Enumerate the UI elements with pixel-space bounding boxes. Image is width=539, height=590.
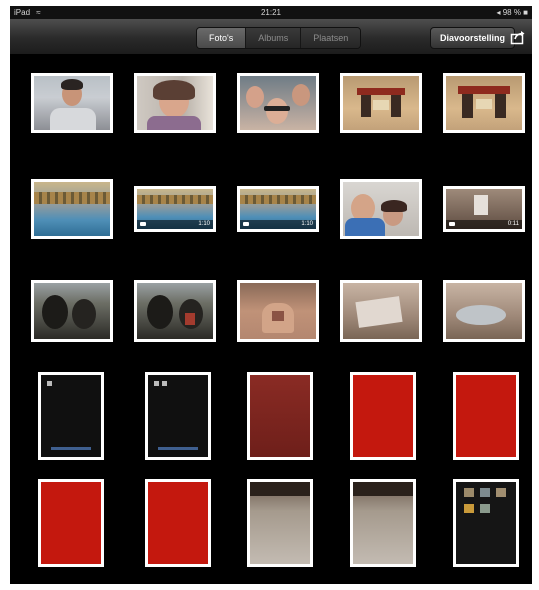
photos-app: iPad ≈ 21:21 ◂ 98 % ■ Foto's Albums Plaa… xyxy=(10,6,532,584)
video-info-bar: 1:10 xyxy=(240,220,316,229)
photo-image xyxy=(343,76,419,130)
photo-thumbnail[interactable] xyxy=(443,280,525,342)
screenshot-thumbnail[interactable] xyxy=(350,479,416,567)
video-camera-icon xyxy=(449,222,455,226)
photo-thumbnail[interactable] xyxy=(31,280,113,342)
video-camera-icon xyxy=(243,222,249,226)
screenshot-image xyxy=(148,482,208,564)
photo-image xyxy=(34,76,110,130)
screenshot-image xyxy=(456,375,516,457)
video-duration: 0:11 xyxy=(507,221,519,227)
video-thumbnail[interactable]: 0:11 xyxy=(443,186,525,232)
screenshot-thumbnail[interactable] xyxy=(38,372,104,460)
screenshot-thumbnail[interactable] xyxy=(145,479,211,567)
photo-image xyxy=(343,182,419,236)
screenshot-thumbnail[interactable] xyxy=(38,479,104,567)
screenshot-thumbnail[interactable] xyxy=(350,372,416,460)
photo-thumbnail[interactable] xyxy=(443,73,525,133)
screenshot-thumbnail[interactable] xyxy=(145,372,211,460)
photo-image xyxy=(137,283,213,339)
screenshot-image xyxy=(353,375,413,457)
screenshot-thumbnail[interactable] xyxy=(453,479,519,567)
photo-image xyxy=(240,283,316,339)
screenshot-image xyxy=(456,482,516,564)
video-image: 0:11 xyxy=(446,189,522,229)
screenshot-image xyxy=(41,375,101,457)
photo-image xyxy=(34,182,110,236)
photo-thumbnail[interactable] xyxy=(134,73,216,133)
video-info-bar: 1:10 xyxy=(137,220,213,229)
photo-image xyxy=(137,76,213,130)
photo-thumbnail[interactable] xyxy=(31,179,113,239)
screenshot-image xyxy=(250,482,310,564)
screenshot-image xyxy=(148,375,208,457)
photo-thumbnail[interactable] xyxy=(31,73,113,133)
photo-thumbnail[interactable] xyxy=(237,280,319,342)
photo-thumbnail[interactable] xyxy=(237,73,319,133)
video-duration: 1:10 xyxy=(301,221,313,227)
video-image: 1:10 xyxy=(137,189,213,229)
video-camera-icon xyxy=(140,222,146,226)
photo-image xyxy=(240,76,316,130)
screenshot-image xyxy=(41,482,101,564)
video-thumbnail[interactable]: 1:10 xyxy=(134,186,216,232)
photo-image xyxy=(343,283,419,339)
video-thumbnail[interactable]: 1:10 xyxy=(237,186,319,232)
photo-thumbnail[interactable] xyxy=(340,73,422,133)
screenshot-thumbnail[interactable] xyxy=(247,372,313,460)
photo-thumbnail[interactable] xyxy=(134,280,216,342)
photo-image xyxy=(446,283,522,339)
photo-thumbnail[interactable] xyxy=(340,179,422,239)
photo-thumbnail[interactable] xyxy=(340,280,422,342)
screenshot-thumbnail[interactable] xyxy=(453,372,519,460)
video-info-bar: 0:11 xyxy=(446,220,522,229)
photo-image xyxy=(446,76,522,130)
screenshot-image xyxy=(250,375,310,457)
video-duration: 1:10 xyxy=(198,221,210,227)
photo-image xyxy=(34,283,110,339)
photo-grid: 1:10 1:10 0:11 xyxy=(10,6,532,584)
screenshot-thumbnail[interactable] xyxy=(247,479,313,567)
screenshot-image xyxy=(353,482,413,564)
video-image: 1:10 xyxy=(240,189,316,229)
